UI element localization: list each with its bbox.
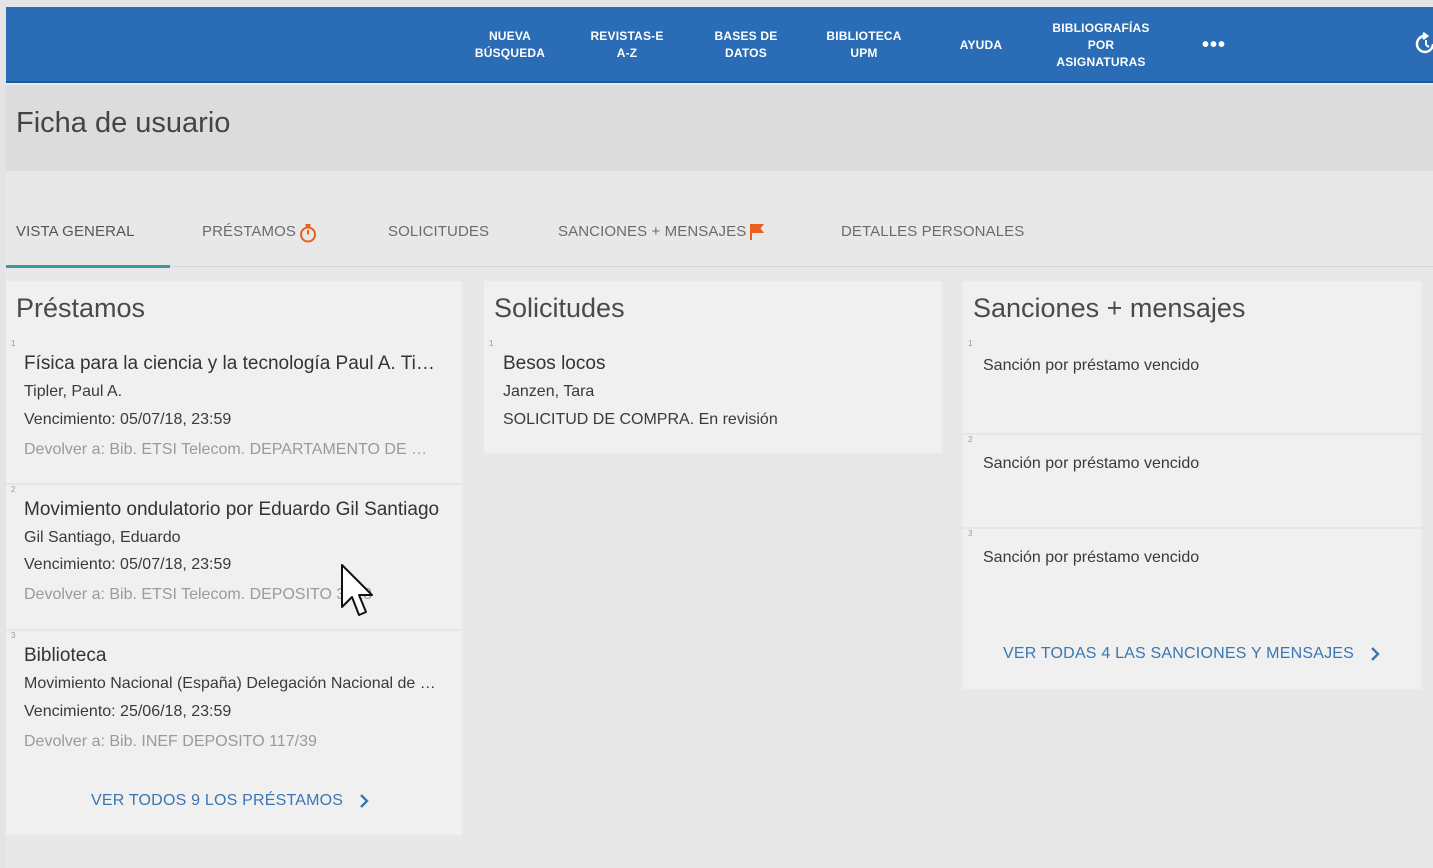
item-index: 3 <box>968 529 973 538</box>
chevron-right-icon <box>360 794 369 808</box>
active-tab-indicator <box>6 265 170 268</box>
nav-bibliografias[interactable]: BIBLIOGRAFÍAS POR ASIGNATURAS <box>1036 7 1166 83</box>
nav-revistas-e[interactable]: REVISTAS-E A-Z <box>576 7 678 83</box>
tab-label: DETALLES PERSONALES <box>841 223 1025 240</box>
nav-biblioteca-upm[interactable]: BIBLIOTECA UPM <box>812 7 916 83</box>
sanction-text: Sanción por préstamo vencido <box>983 549 1200 566</box>
loan-due-date: Vencimiento: 05/07/18, 23:59 <box>24 556 232 573</box>
tab-bar: VISTA GENERAL PRÉSTAMOS SOLICITUDES SANC… <box>6 171 1433 268</box>
nav-ayuda[interactable]: AYUDA <box>946 7 1016 83</box>
nav-nueva-busqueda[interactable]: NUEVA BÚSQUEDA <box>458 7 562 83</box>
loan-title[interactable]: Movimiento ondulatorio por Eduardo Gil S… <box>24 499 442 521</box>
page-header: Ficha de usuario <box>6 85 1433 171</box>
loan-return-location: Devolver a: Bib. INEF DEPOSITO 117/39 <box>24 733 317 750</box>
request-title[interactable]: Besos locos <box>503 353 923 375</box>
flag-icon <box>750 224 765 240</box>
loan-author: Tipler, Paul A. <box>24 383 123 400</box>
stopwatch-icon <box>299 224 316 243</box>
sanction-text: Sanción por préstamo vencido <box>983 357 1200 374</box>
tab-sanciones-mensajes[interactable]: SANCIONES + MENSAJES <box>558 223 765 267</box>
tab-vista-general[interactable]: VISTA GENERAL <box>16 223 135 267</box>
loan-return-location: Devolver a: Bib. ETSI Telecom. DEPARTAME… <box>24 441 436 458</box>
item-index: 1 <box>489 339 494 348</box>
item-index: 1 <box>11 339 16 348</box>
requests-card: Solicitudes 1 Besos locos Janzen, Tara S… <box>484 281 942 453</box>
tab-detalles-personales[interactable]: DETALLES PERSONALES <box>841 223 1024 267</box>
item-index: 2 <box>968 435 973 444</box>
loan-item[interactable]: 1 Física para la ciencia y la tecnología… <box>6 339 462 481</box>
loan-title[interactable]: Física para la ciencia y la tecnología P… <box>24 353 442 375</box>
tab-label: SANCIONES + MENSAJES <box>558 223 747 240</box>
tab-label: SOLICITUDES <box>388 223 490 240</box>
mouse-cursor-icon <box>341 564 373 616</box>
requests-card-title: Solicitudes <box>494 293 625 323</box>
loans-card: Préstamos 1 Física para la ciencia y la … <box>6 281 462 835</box>
sanction-item[interactable]: 2 Sanción por préstamo vencido <box>963 433 1421 525</box>
sanction-item[interactable]: 3 Sanción por préstamo vencido <box>963 527 1421 619</box>
page-title: Ficha de usuario <box>16 107 231 139</box>
nav-more-button[interactable]: ••• <box>1192 7 1236 83</box>
sanctions-card-title: Sanciones + mensajes <box>973 293 1246 323</box>
top-nav-bar: NUEVA BÚSQUEDA REVISTAS-E A-Z BASES DE D… <box>6 7 1433 83</box>
loan-title[interactable]: Biblioteca <box>24 645 442 667</box>
nav-bases-de-datos[interactable]: BASES DE DATOS <box>698 7 794 83</box>
sanction-item[interactable]: 1 Sanción por préstamo vencido <box>963 339 1421 431</box>
item-index: 2 <box>11 485 16 494</box>
see-all-loans-label: VER TODOS 9 LOS PRÉSTAMOS <box>91 792 344 809</box>
request-item[interactable]: 1 Besos locos Janzen, Tara SOLICITUD DE … <box>484 339 942 449</box>
loan-return-location: Devolver a: Bib. ETSI Telecom. DEPOSITO … <box>24 586 372 603</box>
loans-card-title: Préstamos <box>16 293 146 323</box>
loan-item[interactable]: 3 Biblioteca Movimiento Nacional (España… <box>6 629 462 771</box>
loan-due-date: Vencimiento: 25/06/18, 23:59 <box>24 703 232 720</box>
request-author: Janzen, Tara <box>503 383 595 400</box>
tab-label: VISTA GENERAL <box>16 223 135 240</box>
app-frame: NUEVA BÚSQUEDA REVISTAS-E A-Z BASES DE D… <box>6 7 1433 868</box>
loan-author: Gil Santiago, Eduardo <box>24 529 181 546</box>
tab-label: PRÉSTAMOS <box>202 223 296 240</box>
tab-prestamos[interactable]: PRÉSTAMOS <box>202 223 317 267</box>
see-all-sanctions-link[interactable]: VER TODAS 4 LAS SANCIONES Y MENSAJES <box>1003 645 1380 663</box>
loan-due-date: Vencimiento: 05/07/18, 23:59 <box>24 411 232 428</box>
sanctions-card: Sanciones + mensajes 1 Sanción por prést… <box>963 281 1421 689</box>
see-all-sanctions-label: VER TODAS 4 LAS SANCIONES Y MENSAJES <box>1003 645 1355 662</box>
loan-author: Movimiento Nacional (España) Delegación … <box>24 675 442 692</box>
item-index: 3 <box>11 631 16 640</box>
refresh-icon[interactable] <box>1413 31 1433 57</box>
tab-solicitudes[interactable]: SOLICITUDES <box>388 223 489 267</box>
sanction-text: Sanción por préstamo vencido <box>983 455 1200 472</box>
loan-item[interactable]: 2 Movimiento ondulatorio por Eduardo Gil… <box>6 483 462 625</box>
request-status: SOLICITUD DE COMPRA. En revisión <box>503 411 778 428</box>
chevron-right-icon <box>1371 647 1380 661</box>
see-all-loans-link[interactable]: VER TODOS 9 LOS PRÉSTAMOS <box>91 792 369 810</box>
item-index: 1 <box>968 339 973 348</box>
